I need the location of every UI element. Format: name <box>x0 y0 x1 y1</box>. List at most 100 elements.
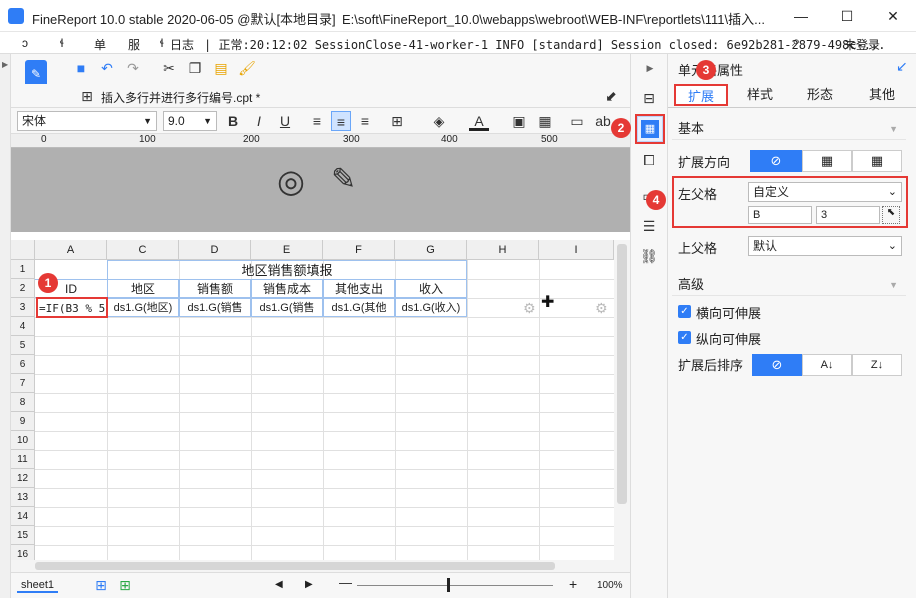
col-header[interactable]: I <box>539 240 614 260</box>
fill-color-icon[interactable]: ◈ <box>429 111 449 131</box>
bold-button[interactable]: B <box>223 111 243 131</box>
border-icon[interactable]: ⊞ <box>387 111 407 131</box>
tab-style[interactable]: 样式 <box>732 84 788 106</box>
redo-icon[interactable]: ↷ <box>123 58 143 78</box>
grid-corner[interactable] <box>11 240 35 260</box>
sort-none-button[interactable]: ⊘ <box>752 354 802 376</box>
add-poly-sheet-icon[interactable]: ⊞ <box>115 575 135 595</box>
tab-expand[interactable]: 扩展 <box>674 84 728 106</box>
row-header[interactable]: 15 <box>11 526 35 545</box>
col-header[interactable]: H <box>467 240 539 260</box>
expand-panel-icon[interactable]: ↙ <box>896 58 908 75</box>
zoom-in-button[interactable]: + <box>569 576 577 592</box>
row-header[interactable]: 5 <box>11 336 35 355</box>
row-header[interactable]: 2 <box>11 279 35 298</box>
add-sheet-icon[interactable]: ⊞ <box>91 575 111 595</box>
hide-eye-icon[interactable]: ◎ <box>277 162 305 200</box>
v-expand-checkbox[interactable]: ✓ <box>678 331 691 344</box>
format-painter-icon[interactable]: 🖌 <box>237 58 257 78</box>
menu-item-4[interactable]: 服 <box>128 36 140 53</box>
header-cell[interactable]: 销售成本 <box>251 279 323 298</box>
row-header[interactable]: 14 <box>11 507 35 526</box>
merge-icon[interactable]: ▣ <box>509 111 529 131</box>
row-header[interactable]: 11 <box>11 450 35 469</box>
header-cell[interactable]: 销售额 <box>179 279 251 298</box>
row-header[interactable]: 4 <box>11 317 35 336</box>
header-cell[interactable]: 收入 <box>395 279 467 298</box>
scroll-right-icon[interactable]: ▶ <box>305 579 313 590</box>
zoom-out-button[interactable]: — <box>339 575 352 590</box>
close-button[interactable]: ✕ <box>870 0 916 32</box>
scroll-thumb[interactable] <box>617 244 627 504</box>
align-right-icon[interactable]: ≡ <box>355 111 375 131</box>
col-header[interactable]: F <box>323 240 395 260</box>
section-advanced[interactable]: 高级 ▼ <box>672 274 906 296</box>
expand-none-button[interactable]: ⊘ <box>750 150 802 172</box>
col-header[interactable]: E <box>251 240 323 260</box>
left-parent-row-input[interactable]: 3 <box>816 206 880 224</box>
horizontal-scrollbar[interactable] <box>11 560 630 572</box>
paste-icon[interactable]: ▤ <box>211 58 231 78</box>
vertical-scrollbar[interactable] <box>614 240 630 560</box>
wrap-icon[interactable]: ▭ <box>567 111 587 131</box>
minimize-button[interactable]: — <box>778 0 824 32</box>
row-header[interactable]: 9 <box>11 412 35 431</box>
data-cell[interactable]: ds1.G(其他 <box>323 298 395 317</box>
menu-item-1[interactable]: ɔ <box>22 36 28 50</box>
tab-menu-icon[interactable]: ⬋ <box>601 86 621 106</box>
col-header[interactable]: D <box>179 240 251 260</box>
search-icon[interactable]: ⌕ <box>792 33 800 50</box>
edit-pencil-icon[interactable]: ✎ <box>331 162 356 197</box>
row-header[interactable]: 8 <box>11 393 35 412</box>
data-column-icon[interactable]: ☰ <box>639 216 659 236</box>
col-header[interactable]: G <box>395 240 467 260</box>
section-basic[interactable]: 基本 ▼ <box>672 118 906 140</box>
scroll-thumb[interactable] <box>35 562 555 570</box>
up-parent-select[interactable]: 默认 ⌄ <box>748 236 902 256</box>
data-cell[interactable]: ds1.G(地区) <box>107 298 179 317</box>
sort-desc-button[interactable]: Z↓ <box>852 354 902 376</box>
data-cell[interactable]: ds1.G(销售 <box>179 298 251 317</box>
template-attr-icon[interactable]: ⊟ <box>639 88 659 108</box>
col-header[interactable]: A <box>35 240 107 260</box>
file-tab[interactable]: 插入多行并进行多行编号.cpt * <box>101 89 260 106</box>
undo-icon[interactable]: ↶ <box>97 58 117 78</box>
h-expand-checkbox[interactable]: ✓ <box>678 305 691 318</box>
align-center-icon[interactable]: ≡ <box>331 111 351 131</box>
login-link[interactable]: 未登录 <box>844 36 880 53</box>
cut-icon[interactable]: ✂ <box>159 58 179 78</box>
report-title-cell[interactable]: 地区销售额填报 <box>107 260 467 279</box>
row-header[interactable]: 1 <box>11 260 35 279</box>
menu-item-2[interactable]: ɬ <box>60 36 64 50</box>
collapse-arrow-icon[interactable]: ▶ <box>640 58 660 78</box>
hyperlink-icon[interactable]: ⛓ <box>639 246 659 266</box>
left-parent-select[interactable]: 自定义 ⌄ <box>748 182 902 202</box>
row-header[interactable]: 6 <box>11 355 35 374</box>
collapse-arrow-icon[interactable]: ▶ <box>2 60 8 69</box>
text-color-button[interactable]: A <box>469 111 489 131</box>
unmerge-icon[interactable]: ▦ <box>535 111 555 131</box>
row-header[interactable]: 7 <box>11 374 35 393</box>
menu-item-5[interactable]: ɬ <box>160 36 164 50</box>
header-cell[interactable]: 地区 <box>107 279 179 298</box>
font-size-select[interactable]: 9.0 ▼ <box>163 111 217 131</box>
spreadsheet-grid[interactable]: A C D E F G H I 1 2 3 4 5 6 7 8 9 10 11 … <box>11 240 614 565</box>
row-header[interactable]: 12 <box>11 469 35 488</box>
data-cell[interactable]: ds1.G(收入) <box>395 298 467 317</box>
row-header[interactable]: 13 <box>11 488 35 507</box>
sort-asc-button[interactable]: A↓ <box>802 354 852 376</box>
align-left-icon[interactable]: ≡ <box>307 111 327 131</box>
copy-icon[interactable]: ❐ <box>185 58 205 78</box>
zoom-slider-handle[interactable] <box>447 578 450 592</box>
tab-form[interactable]: 形态 <box>792 84 848 106</box>
row-header[interactable]: 10 <box>11 431 35 450</box>
expand-vertical-button[interactable]: ▦ <box>802 150 852 172</box>
scroll-left-icon[interactable]: ◀ <box>275 579 283 590</box>
sheet-tab[interactable]: sheet1 <box>17 579 59 593</box>
col-header[interactable]: C <box>107 240 179 260</box>
expand-horizontal-button[interactable]: ▦ <box>852 150 902 172</box>
underline-button[interactable]: U <box>275 111 295 131</box>
menu-item-3[interactable]: 单 <box>94 36 106 53</box>
font-select[interactable]: 宋体 ▼ <box>17 111 157 131</box>
extra-format-button[interactable]: ab <box>593 111 613 131</box>
